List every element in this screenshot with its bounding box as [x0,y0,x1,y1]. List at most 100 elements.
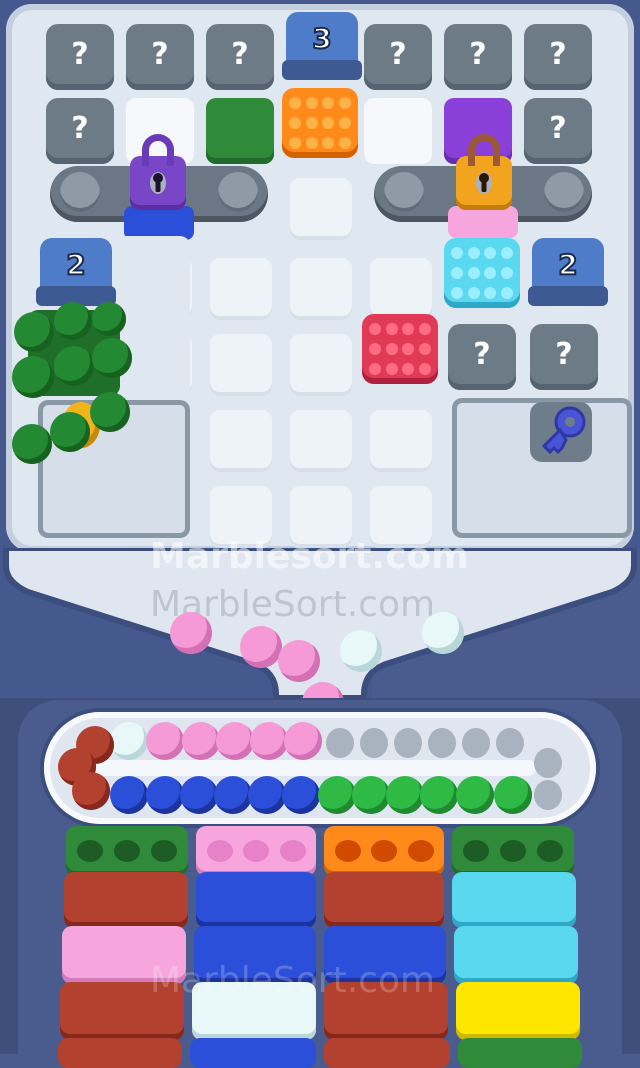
pink-marble [284,722,322,760]
mystery-box[interactable]: ? [206,24,274,90]
green-target-box[interactable] [66,826,188,876]
brown-box[interactable] [324,872,444,928]
green-marble [90,392,130,432]
green-marble [12,424,52,464]
brown-box[interactable] [58,1038,182,1068]
grid-slot [210,334,272,396]
white-marble [340,630,382,672]
white-marble [110,722,148,760]
brown-box[interactable] [324,1038,450,1068]
pink-marble [170,612,212,654]
cyan-box[interactable] [452,872,576,928]
mystery-box[interactable]: ? [126,24,194,90]
blue-box[interactable] [190,1038,316,1068]
green-marble [54,302,92,340]
pink-marble [278,640,320,682]
pink-marble [240,626,282,668]
keyhole-icon [150,172,166,194]
chain-knob [218,172,258,212]
green-marble [14,312,54,352]
mystery-box[interactable]: ? [530,324,598,390]
lock-icon[interactable] [456,134,512,210]
grid-slot [290,178,352,240]
green-marble [456,776,494,814]
crimson-peg-box[interactable] [362,314,438,384]
blue-box[interactable] [196,872,316,928]
blue-tile-under-lock[interactable] [124,206,194,240]
counter-base [528,286,608,306]
mystery-box[interactable]: ? [524,98,592,164]
question-icon: ? [473,336,491,372]
mystery-box[interactable]: ? [524,24,592,90]
marble-counter: 2 [528,238,608,310]
green-marble [352,776,390,814]
counter-base [282,60,362,80]
question-icon: ? [231,36,249,72]
chain-knob [544,172,584,212]
grid-slot [290,258,352,320]
chain-knob [60,172,100,212]
blue-marble [180,776,218,814]
pink-marble [216,722,254,760]
brown-box[interactable] [64,872,188,928]
yellow-box[interactable] [456,982,580,1040]
question-icon: ? [549,36,567,72]
green-marble [420,776,458,814]
question-icon: ? [549,110,567,146]
pink-marble [182,722,220,760]
marble-counter: 2 [36,238,116,310]
watermark: MarbleSort.com [150,960,436,1001]
cyan-peg-box[interactable] [444,238,520,308]
question-icon: ? [71,36,89,72]
counter-right: 2 [532,238,604,290]
blue-marble [214,776,252,814]
mystery-box[interactable]: ? [46,24,114,90]
mystery-box[interactable]: ? [448,324,516,390]
mystery-box[interactable]: ? [364,24,432,90]
blue-marble [110,776,148,814]
green-target-box[interactable] [452,826,574,876]
brown-marble [72,772,110,810]
question-icon: ? [469,36,487,72]
question-icon: ? [555,336,573,372]
keyhole-icon [476,172,492,194]
pink-marble [146,722,184,760]
green-marble [54,346,94,386]
green-marble [12,356,54,398]
grid-slot [370,410,432,472]
green-marble [92,302,126,336]
question-icon: ? [151,36,169,72]
green-marble [386,776,424,814]
blue-marble [282,776,320,814]
watermark: Marblesort.com [150,536,469,577]
white-tile[interactable] [364,98,432,164]
pink-marble [250,722,288,760]
green-marble [318,776,356,814]
green-marble [92,338,132,378]
question-icon: ? [389,36,407,72]
green-marble [50,412,90,452]
mystery-box[interactable]: ? [46,98,114,164]
white-marble [422,612,464,654]
grid-slot [210,258,272,320]
grid-slot [370,258,432,320]
mystery-box[interactable]: ? [444,24,512,90]
blue-marble [248,776,286,814]
grid-slot [290,410,352,472]
counter-top: 3 [286,12,358,64]
marble-counter: 3 [282,12,362,84]
pink-tile-under-lock[interactable] [448,206,518,238]
orange-peg-box[interactable] [282,88,358,158]
grid-slot [290,334,352,396]
question-icon: ? [71,110,89,146]
orange-target-box[interactable] [324,826,444,876]
grid-slot [210,410,272,472]
counter-left: 2 [40,238,112,290]
pink-target-box[interactable] [196,826,316,876]
track-divider [92,760,536,776]
green-box[interactable] [458,1038,582,1068]
cyan-box[interactable] [454,926,578,984]
key-icon [541,406,586,455]
lock-icon[interactable] [130,134,186,210]
green-tile[interactable] [206,98,274,164]
